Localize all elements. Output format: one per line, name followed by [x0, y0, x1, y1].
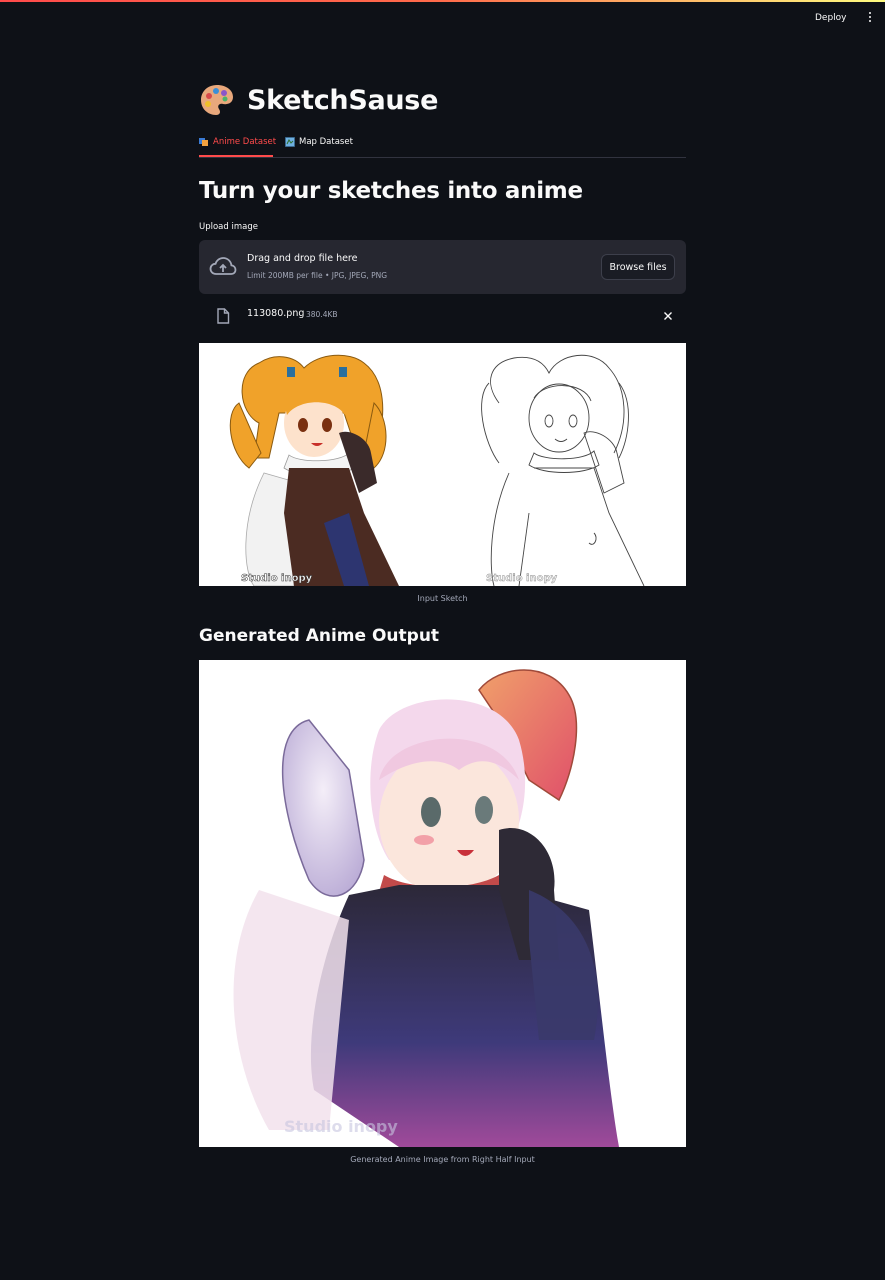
- file-dropzone[interactable]: Drag and drop file here Limit 200MB per …: [199, 240, 686, 294]
- output-image-caption: Generated Anime Image from Right Half In…: [350, 1155, 535, 1164]
- tab-label: Anime Dataset: [213, 137, 277, 147]
- artist-palette-icon: [201, 85, 233, 115]
- input-image-caption: Input Sketch: [417, 594, 468, 603]
- file-icon: [217, 308, 230, 324]
- tab-bar: Anime Dataset Map Dataset: [199, 132, 686, 158]
- upload-label: Upload image: [199, 222, 258, 232]
- top-accent-bar: [0, 0, 885, 2]
- map-emoji-icon: [285, 137, 295, 147]
- dropzone-title: Drag and drop file here: [247, 253, 358, 264]
- svg-text:Studio inopy: Studio inopy: [241, 573, 313, 584]
- output-heading: Generated Anime Output: [199, 626, 440, 646]
- svg-text:Studio inopy: Studio inopy: [284, 1117, 398, 1136]
- active-tab-indicator: [199, 155, 273, 157]
- app-header: SketchSause: [199, 80, 438, 120]
- tab-map-dataset[interactable]: Map Dataset: [285, 136, 353, 156]
- close-icon[interactable]: [662, 310, 674, 322]
- file-name: 113080.png: [247, 308, 305, 319]
- tab-label: Map Dataset: [299, 137, 353, 147]
- dropzone-limit: Limit 200MB per file • JPG, JPEG, PNG: [247, 271, 388, 280]
- app-title: SketchSause: [247, 84, 439, 116]
- browse-files-button[interactable]: Browse files: [601, 254, 675, 280]
- cloud-upload-icon: [209, 257, 237, 275]
- anime-emoji-icon: [199, 138, 208, 146]
- uploaded-file-row: 113080.png 380.4KB: [199, 302, 686, 330]
- input-sketch-image: Studio inopy Studio inopy: [199, 343, 686, 586]
- more-menu-icon[interactable]: [866, 10, 874, 24]
- tab-anime-dataset[interactable]: Anime Dataset: [199, 136, 276, 156]
- generated-anime-image: Studio inopy: [199, 660, 686, 1147]
- file-size: 380.4KB: [306, 310, 338, 319]
- deploy-button[interactable]: Deploy: [815, 11, 847, 25]
- svg-text:Studio inopy: Studio inopy: [486, 573, 558, 584]
- page-heading: Turn your sketches into anime: [199, 178, 583, 204]
- generated-anime-illustration: Studio inopy: [233, 669, 619, 1147]
- input-sketch-illustration: Studio inopy Studio inopy: [229, 354, 645, 586]
